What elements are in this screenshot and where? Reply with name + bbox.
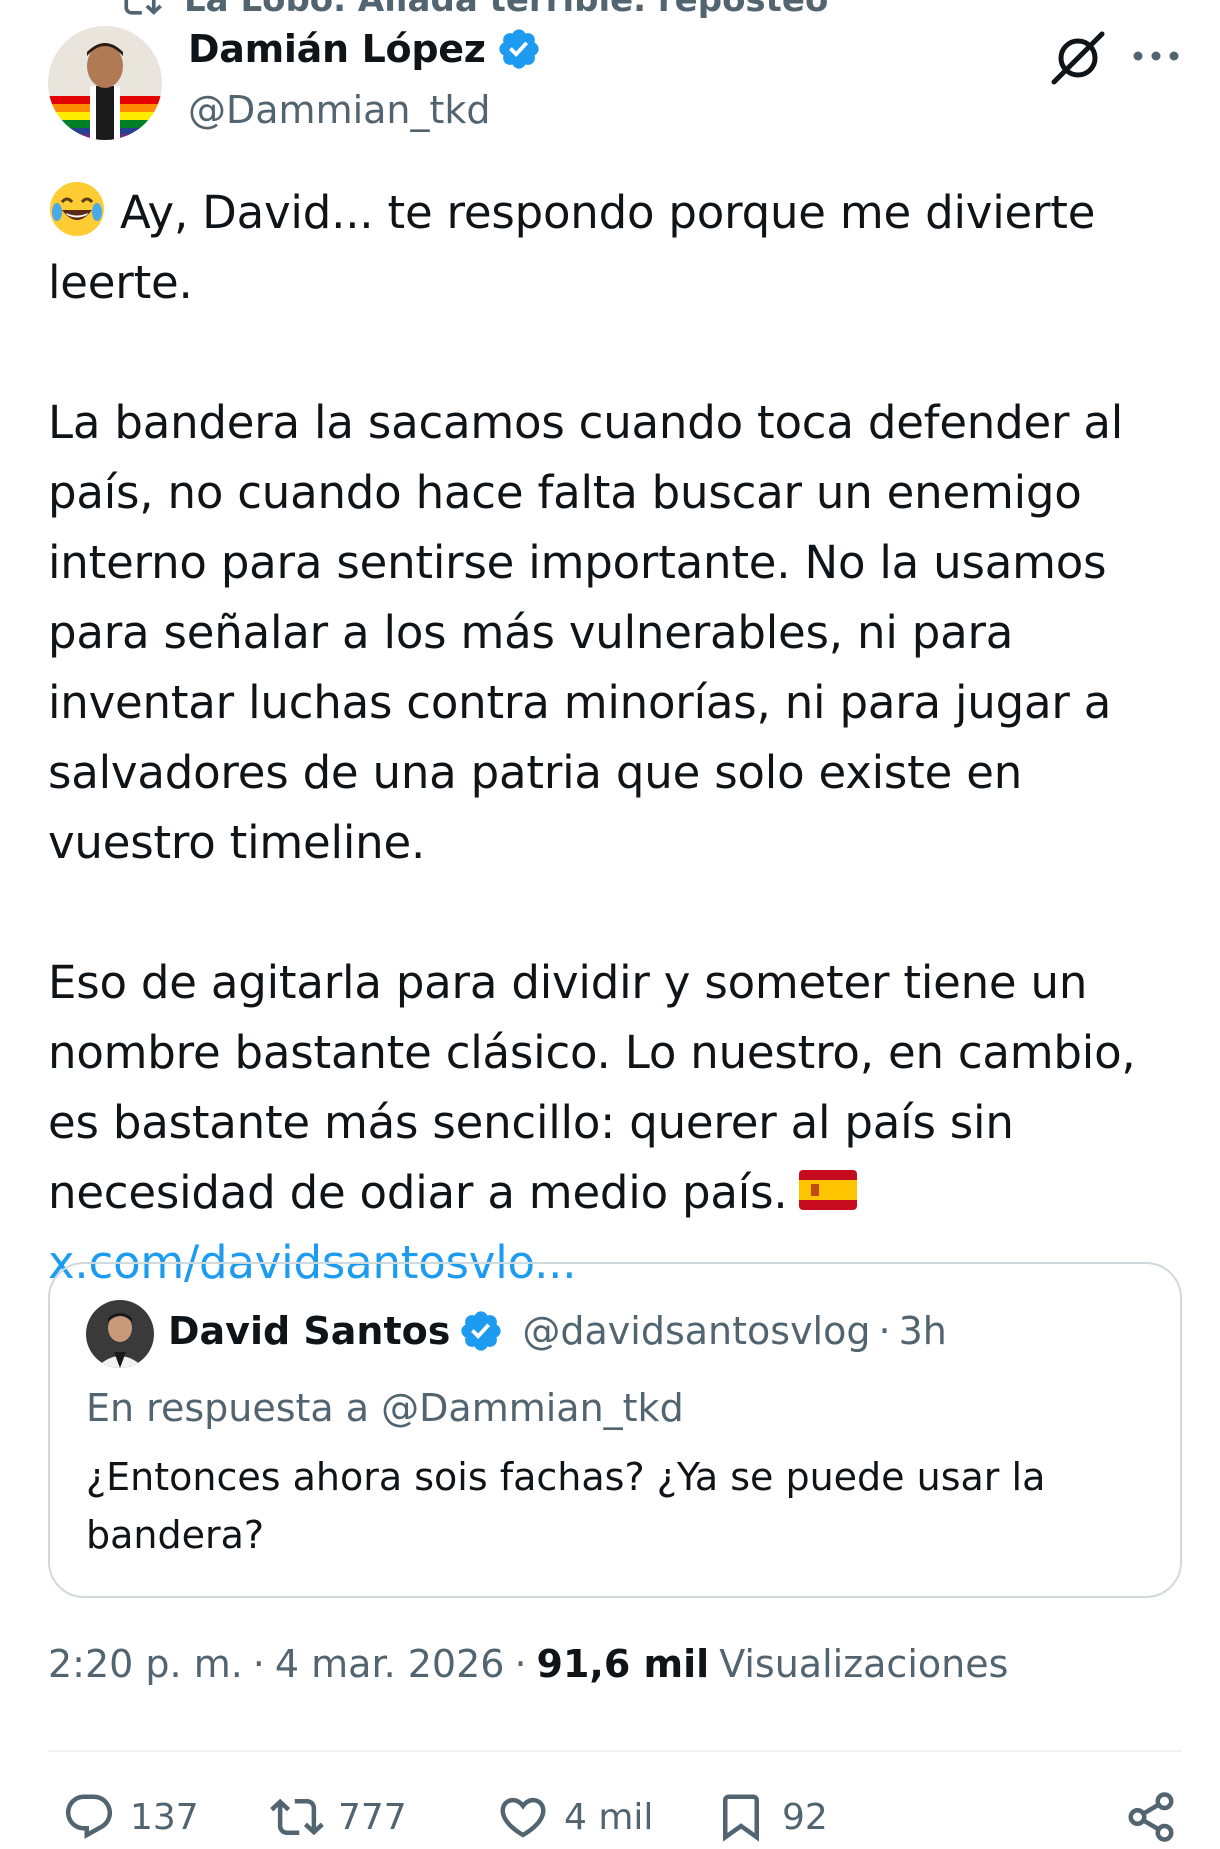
like-button[interactable]: 4 mil: [496, 1790, 653, 1844]
heart-icon: [500, 1797, 546, 1838]
tweet-paragraph-1: Ay, David... te respondo porque me divie…: [48, 178, 1188, 318]
quoted-author-name[interactable]: David Santos: [168, 1309, 450, 1353]
repost-header[interactable]: La Lobo. Aliada terrible. reposteó: [118, 0, 828, 22]
avatar-image: [48, 26, 162, 140]
share-button[interactable]: [1124, 1790, 1178, 1844]
joy-emoji-icon: [50, 182, 104, 236]
quoted-header: David Santos @davidsantosvlog · 3h: [168, 1308, 947, 1354]
tweet-paragraph-3: Eso de agitarla para dividir y someter t…: [48, 948, 1188, 1228]
tweet-meta: 2:20 p. m. · 4 mar. 2026 · 91,6 mil Visu…: [48, 1642, 1008, 1686]
bookmark-button[interactable]: 92: [714, 1790, 828, 1844]
quoted-separator: ·: [878, 1309, 891, 1353]
spain-flag-icon: [799, 1170, 858, 1210]
meta-separator: ·: [514, 1642, 527, 1686]
tweet-paragraph-3-text: Eso de agitarla para dividir y someter t…: [48, 956, 1136, 1219]
reply-icon: [65, 1794, 113, 1839]
views-label: Visualizaciones: [719, 1642, 1009, 1686]
like-count: 4 mil: [564, 1796, 654, 1838]
action-bar: 137 777 4 mil 92: [62, 1790, 1182, 1846]
meta-separator: ·: [252, 1642, 265, 1686]
author-name-row[interactable]: Damián López: [188, 26, 542, 72]
tweet-paragraph-1-text: Ay, David... te respondo porque me divie…: [48, 186, 1096, 309]
quoted-time[interactable]: 3h: [899, 1309, 947, 1353]
grok-icon[interactable]: [1048, 28, 1108, 88]
author-avatar[interactable]: [48, 26, 162, 140]
reply-button[interactable]: 137: [62, 1790, 199, 1844]
bookmark-count: 92: [782, 1796, 828, 1838]
views-count[interactable]: 91,6 mil: [537, 1642, 710, 1686]
tweet-time[interactable]: 2:20 p. m.: [48, 1642, 243, 1686]
reply-count: 137: [130, 1796, 199, 1838]
repost-button[interactable]: 777: [270, 1790, 407, 1844]
more-icon[interactable]: [1128, 36, 1184, 76]
divider: [48, 1750, 1182, 1752]
bookmark-icon: [723, 1794, 759, 1842]
tweet-page: La Lobo. Aliada terrible. reposteó Damiá…: [0, 0, 1220, 1849]
author-name[interactable]: Damián López: [188, 27, 486, 71]
quoted-author-handle[interactable]: @davidsantosvlog: [522, 1309, 870, 1353]
repost-header-text: La Lobo. Aliada terrible. reposteó: [184, 0, 829, 20]
tweet-text: Ay, David... te respondo porque me divie…: [48, 178, 1188, 1298]
quoted-tweet-card[interactable]: David Santos @davidsantosvlog · 3h En re…: [48, 1262, 1182, 1598]
tweet-paragraph-2: La bandera la sacamos cuando toca defend…: [48, 396, 1124, 869]
verified-badge-icon: [461, 1311, 502, 1351]
share-icon: [1128, 1792, 1174, 1842]
quoted-text: ¿Entonces ahora sois fachas? ¿Ya se pued…: [86, 1455, 1046, 1557]
tweet-date[interactable]: 4 mar. 2026: [275, 1642, 505, 1686]
quoted-reply-to: En respuesta a @Dammian_tkd: [86, 1386, 684, 1430]
quoted-avatar-image: [86, 1300, 154, 1368]
repost-icon: [270, 1798, 324, 1836]
author-handle[interactable]: @Dammian_tkd: [188, 88, 491, 132]
repost-count: 777: [338, 1796, 407, 1838]
verified-badge-icon: [498, 29, 539, 69]
quoted-author-avatar[interactable]: [86, 1300, 154, 1368]
repost-icon: [124, 0, 162, 15]
